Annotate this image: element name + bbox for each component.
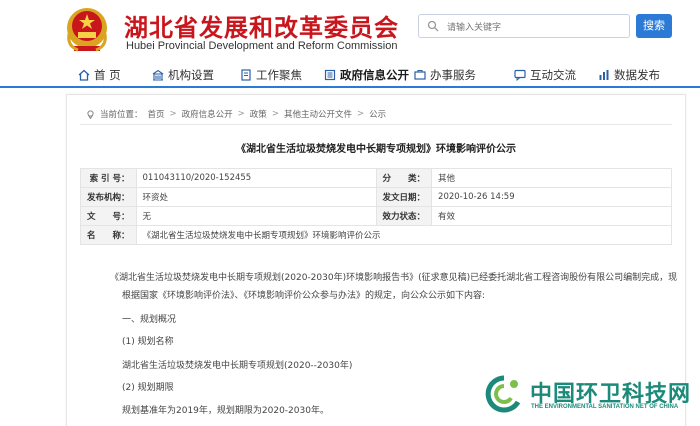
nav-label: 办事服务 bbox=[430, 68, 476, 82]
nav-label: 首 页 bbox=[94, 68, 121, 82]
breadcrumb: 当前位置： 首页 > 政府信息公开 > 政策 > 其他主动公开文件 > 公示 bbox=[86, 108, 386, 120]
meta-key: 效力状态： bbox=[375, 206, 433, 226]
watermark-logo-icon bbox=[485, 375, 521, 413]
meta-key: 文 号： bbox=[80, 206, 137, 226]
breadcrumb-separator: > bbox=[169, 109, 177, 119]
body-paragraph: 《湖北省生活垃圾焚烧发电中长期专项规划(2020-2030年)环境影响报告书》(… bbox=[110, 273, 678, 283]
meta-value: 其他 bbox=[431, 168, 672, 188]
site-title: 湖北省发展和改革委员会 bbox=[124, 14, 399, 42]
meta-key: 发文日期： bbox=[375, 187, 433, 207]
table-row: 文 号： 无 效力状态： 有效 bbox=[80, 206, 672, 226]
nav-item-data-release[interactable]: 数据发布 bbox=[598, 66, 660, 84]
breadcrumb-item-other-files[interactable]: 其他主动公开文件 bbox=[284, 108, 352, 120]
document-title: 《湖北省生活垃圾焚烧发电中长期专项规划》环境影响评价公示 bbox=[236, 144, 516, 155]
location-pin-icon bbox=[87, 109, 94, 119]
nav-label: 数据发布 bbox=[614, 68, 660, 82]
table-row: 发布机构： 环资处 发文日期： 2020-10-26 14:59 bbox=[80, 187, 672, 207]
breadcrumb-divider bbox=[80, 124, 672, 125]
document-icon bbox=[241, 69, 251, 81]
site-header: 湖北省发展和改革委员会 Hubei Provincial Development… bbox=[0, 0, 700, 62]
meta-key: 分 类： bbox=[375, 168, 433, 188]
body-paragraph: 一、规划概况 bbox=[122, 315, 177, 325]
nav-label: 政府信息公开 bbox=[340, 68, 409, 82]
watermark: 中国环卫科技网 THE ENVIRONMENTAL SANITATION NET… bbox=[484, 374, 694, 420]
book-icon bbox=[324, 69, 336, 81]
body-paragraph: 湖北省生活垃圾焚烧发电中长期专项规划(2020--2030年) bbox=[122, 361, 353, 371]
nav-item-info-disclosure[interactable]: 政府信息公开 bbox=[324, 66, 409, 84]
body-paragraph: (2) 规划期限 bbox=[122, 383, 174, 393]
meta-value: 无 bbox=[135, 206, 377, 226]
body-paragraph: (1) 规划名称 bbox=[122, 337, 174, 347]
search-icon bbox=[427, 20, 439, 32]
nav-label: 互动交流 bbox=[530, 68, 576, 82]
body-paragraph: 根据国家《环境影响评价法》、《环境影响评价公众参与办法》的规定，向公众公示如下内… bbox=[122, 291, 486, 301]
breadcrumb-item-home[interactable]: 首页 bbox=[148, 108, 165, 120]
nav-item-interaction[interactable]: 互动交流 bbox=[514, 66, 576, 84]
home-icon bbox=[78, 69, 90, 81]
nav-item-work-focus[interactable]: 工作聚焦 bbox=[240, 66, 302, 84]
site-title-en: Hubei Provincial Development and Reform … bbox=[126, 40, 398, 52]
table-row: 索 引 号： 011043110/2020-152455 分 类： 其他 bbox=[80, 168, 672, 188]
search-button[interactable]: 搜索 bbox=[636, 14, 672, 38]
breadcrumb-separator: > bbox=[271, 109, 279, 119]
meta-value: 2020-10-26 14:59 bbox=[431, 187, 672, 207]
meta-key: 名 称： bbox=[80, 225, 137, 245]
service-icon bbox=[414, 70, 426, 80]
body-paragraph: 规划基准年为2019年，规划期限为2020-2030年。 bbox=[122, 406, 329, 416]
nav-item-services[interactable]: 办事服务 bbox=[414, 66, 476, 84]
breadcrumb-item-info[interactable]: 政府信息公开 bbox=[182, 108, 233, 120]
search-input[interactable] bbox=[419, 17, 629, 39]
national-emblem-icon bbox=[67, 8, 107, 52]
nav-item-home[interactable]: 首 页 bbox=[78, 66, 121, 84]
search-box bbox=[418, 14, 630, 39]
document-meta-table: 索 引 号： 011043110/2020-152455 分 类： 其他 发布机… bbox=[80, 168, 673, 245]
nav-item-organization[interactable]: 机构设置 bbox=[152, 66, 214, 84]
building-icon bbox=[152, 69, 164, 81]
chat-icon bbox=[514, 69, 526, 81]
breadcrumb-item-policy[interactable]: 政策 bbox=[250, 108, 267, 120]
table-row: 名 称： 《湖北省生活垃圾焚烧发电中长期专项规划》环境影响评价公示 bbox=[80, 225, 673, 245]
nav-label: 工作聚焦 bbox=[256, 68, 302, 82]
nav-label: 机构设置 bbox=[168, 68, 214, 82]
meta-value: 011043110/2020-152455 bbox=[135, 168, 377, 188]
watermark-text-en: THE ENVIRONMENTAL SANITATION NET OF CHIN… bbox=[531, 404, 679, 410]
breadcrumb-prefix: 当前位置： bbox=[100, 110, 143, 120]
breadcrumb-separator: > bbox=[356, 109, 365, 119]
chart-icon bbox=[599, 70, 609, 80]
main-nav: 首 页 机构设置 工作聚焦 政府信息公开 办事服务 互动交流 数据发布 bbox=[0, 62, 700, 88]
meta-value: 环资处 bbox=[135, 187, 377, 207]
meta-value: 有效 bbox=[431, 206, 672, 226]
breadcrumb-item-notice[interactable]: 公示 bbox=[369, 108, 386, 120]
meta-key: 发布机构： bbox=[80, 187, 137, 207]
breadcrumb-separator: > bbox=[237, 109, 245, 119]
meta-value: 《湖北省生活垃圾焚烧发电中长期专项规划》环境影响评价公示 bbox=[135, 225, 673, 245]
meta-key: 索 引 号： bbox=[80, 168, 137, 188]
